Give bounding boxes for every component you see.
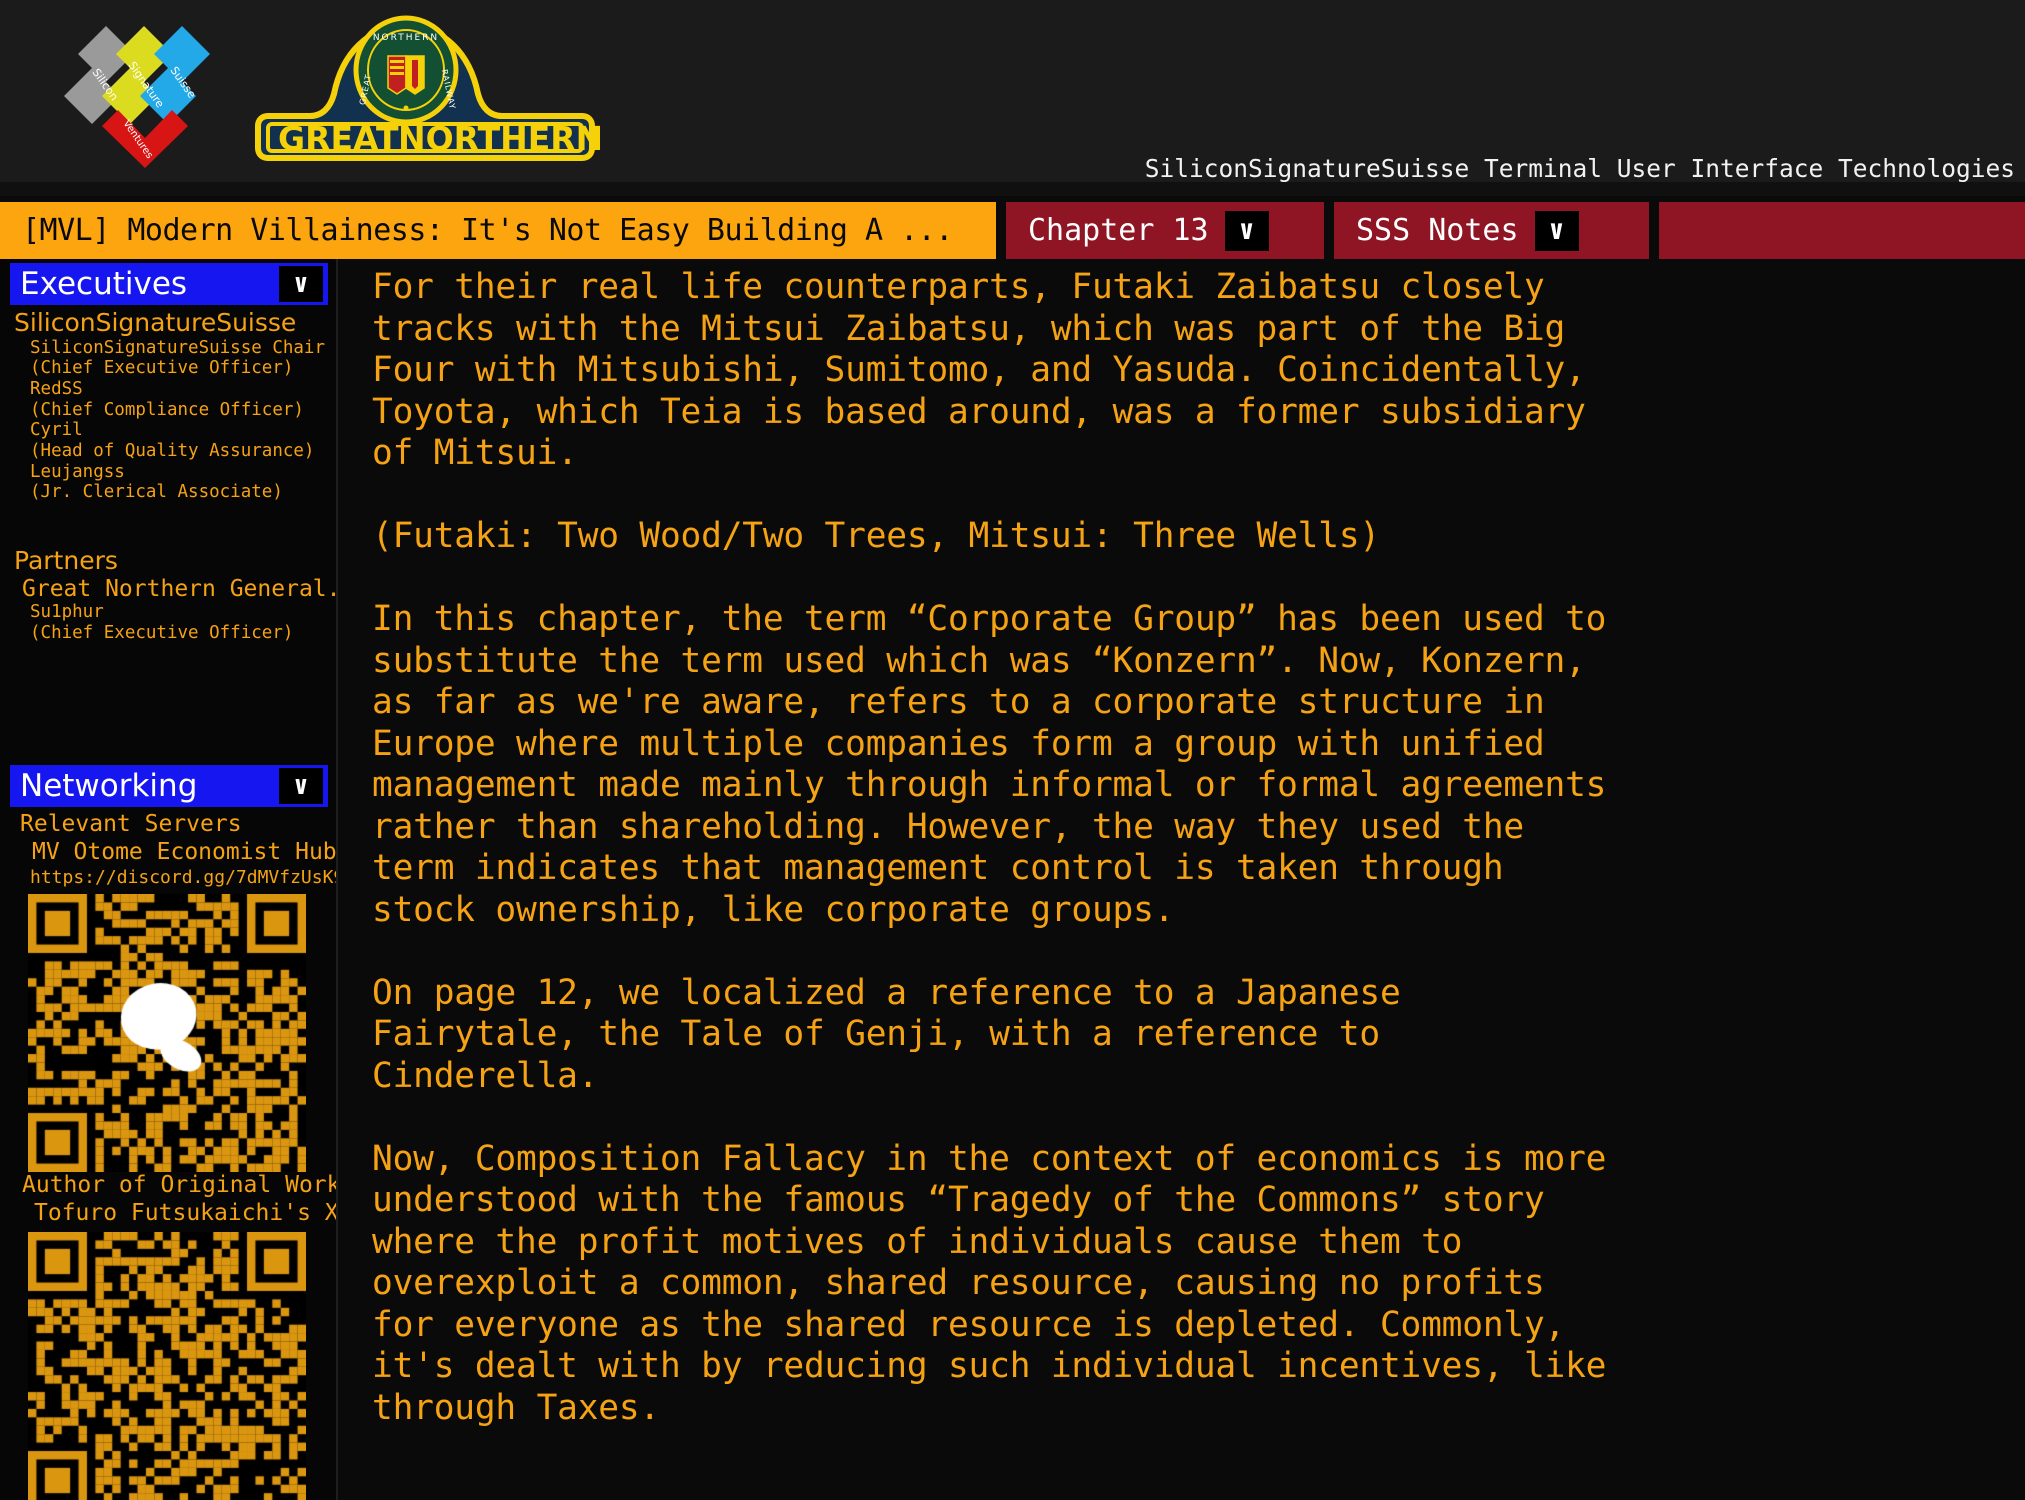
- server-name[interactable]: MV Otome Economist Hub: [0, 839, 336, 867]
- qr-code-author[interactable]: [28, 1232, 306, 1500]
- tab-empty-area[interactable]: [1659, 202, 2025, 259]
- person-name[interactable]: Cyril: [0, 420, 336, 441]
- sidebar-panel-executives-label: Executives: [20, 265, 188, 302]
- chevron-down-icon[interactable]: ∨: [279, 266, 323, 302]
- person-name[interactable]: Leujangss: [0, 462, 336, 483]
- person-name[interactable]: SiliconSignatureSuisse Chair: [0, 338, 336, 359]
- tab-bar: [MVL] Modern Villainess: It's Not Easy B…: [0, 202, 2025, 259]
- author-name[interactable]: Tofuro Futsukaichi's X: [0, 1200, 336, 1228]
- notes-content: For their real life counterparts, Futaki…: [352, 259, 2025, 1500]
- sidebar-panel-networking-label: Networking: [20, 767, 198, 804]
- person-role: (Chief Executive Officer): [30, 358, 294, 379]
- paragraph: For their real life counterparts, Futaki…: [372, 267, 1586, 473]
- sidebar-panel-networking-header[interactable]: Networking ∨: [10, 765, 328, 808]
- person-name[interactable]: RedSS: [0, 379, 336, 400]
- chevron-down-icon[interactable]: ∨: [1534, 210, 1579, 251]
- person-role: (Chief Compliance Officer): [30, 399, 304, 420]
- chevron-down-icon[interactable]: ∨: [1224, 210, 1269, 251]
- person-name[interactable]: Su1phur: [0, 602, 336, 623]
- paragraph: (Futaki: Two Wood/Two Trees, Mitsui: Thr…: [372, 516, 1380, 556]
- tab-divider: [1324, 202, 1334, 259]
- partner-org-name[interactable]: Great Northern General...: [0, 576, 336, 602]
- tab-chapter[interactable]: Chapter 13 ∨: [1006, 202, 1324, 259]
- tab-series-title-label: [MVL] Modern Villainess: It's Not Easy B…: [22, 213, 953, 248]
- networking-body: Relevant Servers MV Otome Economist Hub …: [0, 807, 336, 1500]
- org-name: Partners: [14, 545, 118, 575]
- tab-chapter-label: Chapter 13: [1028, 213, 1209, 248]
- tab-sss-notes[interactable]: SSS Notes ∨: [1334, 202, 1649, 259]
- tab-sss-notes-label: SSS Notes: [1356, 213, 1519, 248]
- gn-word-great: GREAT: [278, 119, 399, 158]
- sidebar: Executives ∨ SiliconSignatureSuisse Sili…: [0, 259, 338, 1500]
- paragraph: On page 12, we localized a reference to …: [372, 972, 1401, 1096]
- tab-divider: [1649, 202, 1659, 259]
- header-strip: [0, 182, 2025, 196]
- header-title: SiliconSignatureSuisse Terminal User Int…: [1144, 154, 2015, 183]
- person-role: (Jr. Clerical Associate): [30, 482, 283, 503]
- body-area: Executives ∨ SiliconSignatureSuisse Sili…: [0, 259, 2025, 1500]
- terminal-app: Silicon Signature Suisse Ventures NORTHE…: [0, 0, 2025, 1500]
- paragraph: Now, Composition Fallacy in the context …: [372, 1138, 1607, 1428]
- sidebar-panel-executives-header[interactable]: Executives ∨: [10, 263, 328, 305]
- sss-logo: Silicon Signature Suisse Ventures: [48, 10, 238, 175]
- paragraph: In this chapter, the term “Corporate Gro…: [372, 599, 1607, 930]
- person-role: (Head of Quality Assurance): [30, 440, 315, 461]
- gn-word-northern: NORTHERN: [398, 119, 600, 158]
- page-header: Silicon Signature Suisse Ventures NORTHE…: [0, 0, 2025, 196]
- exec-group-partners: Partners Great Northern General... Su1ph…: [0, 543, 336, 643]
- qr-code-discord[interactable]: [28, 894, 306, 1173]
- relevant-servers-label: Relevant Servers: [20, 811, 242, 838]
- org-name: SiliconSignatureSuisse: [14, 308, 297, 337]
- tab-series-title[interactable]: [MVL] Modern Villainess: It's Not Easy B…: [0, 202, 996, 259]
- gn-crest-top: NORTHERN: [373, 33, 439, 43]
- great-northern-logo: NORTHERN GREAT RAILWAY GREAT NORTHERN: [250, 8, 600, 168]
- chevron-down-icon[interactable]: ∨: [279, 768, 323, 805]
- tab-divider: [996, 202, 1006, 259]
- author-label: Author of Original Work: [22, 1172, 338, 1199]
- server-url[interactable]: https://discord.gg/7dMVfzUsK9: [0, 867, 336, 890]
- person-role: (Chief Executive Officer): [30, 622, 294, 643]
- exec-group-sss: SiliconSignatureSuisse SiliconSignatureS…: [0, 305, 336, 503]
